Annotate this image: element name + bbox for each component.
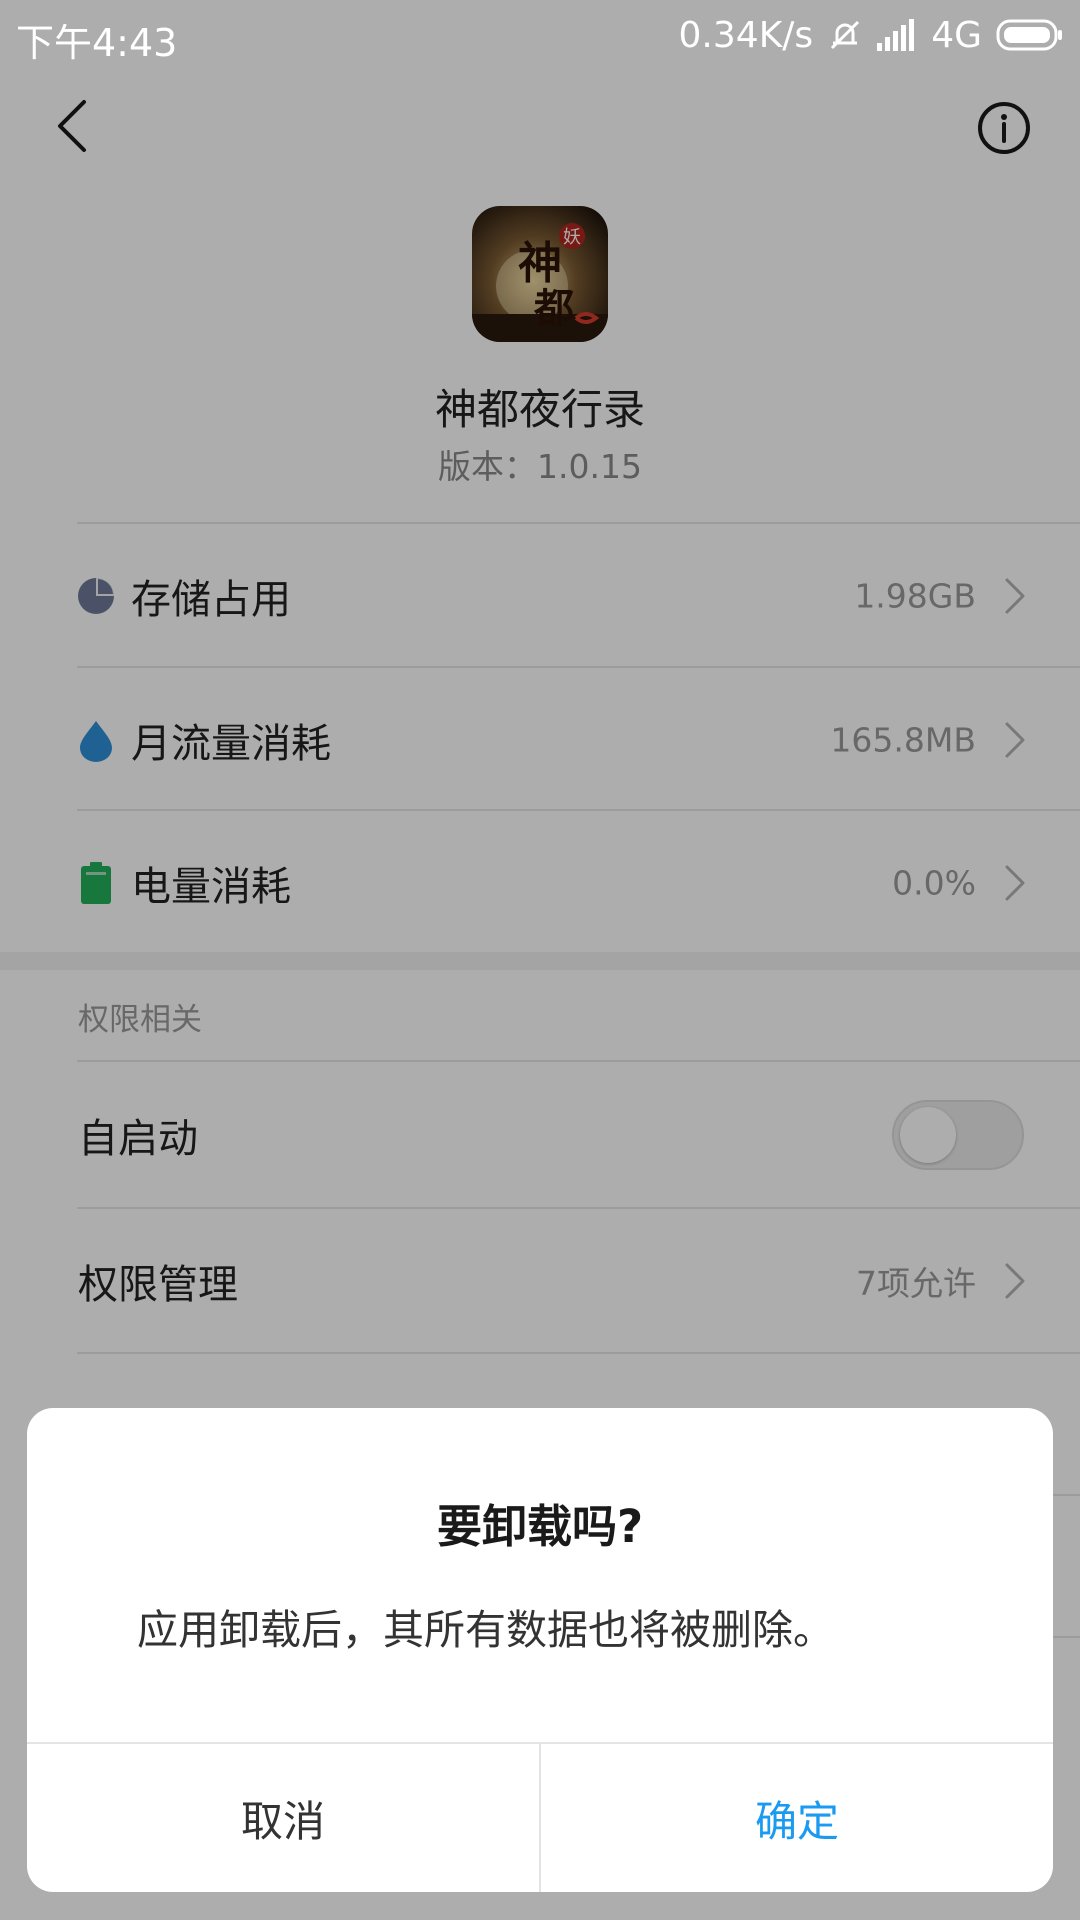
cancel-button[interactable]: 取消: [27, 1744, 539, 1892]
status-time: 下午4:43: [16, 21, 178, 65]
status-right-group: 0.34K/s 4G: [679, 12, 1064, 58]
dialog-title: 要卸载吗?: [436, 1500, 644, 1553]
battery-status-icon: [996, 19, 1062, 51]
network-type: 4G: [931, 14, 982, 56]
network-speed: 0.34K/s: [678, 14, 814, 56]
dialog-message: 应用卸载后，其所有数据也将被删除。: [137, 1606, 834, 1654]
confirm-button[interactable]: 确定: [541, 1744, 1053, 1892]
uninstall-dialog: 要卸载吗? 应用卸载后，其所有数据也将被删除。 取消 确定: [27, 1408, 1053, 1892]
signal-icon: [877, 19, 915, 51]
status-bar: 下午4:43 0.34K/s 4G: [0, 0, 1080, 70]
mute-icon: [831, 20, 860, 50]
